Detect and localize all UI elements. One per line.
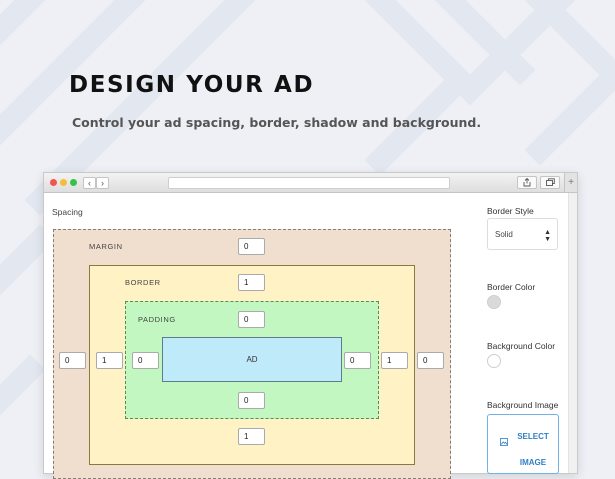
page-title: DESIGN YOUR AD: [69, 72, 315, 98]
border-style-label: Border Style: [487, 206, 534, 216]
border-style-value: Solid: [495, 230, 513, 239]
maximize-window-button[interactable]: [70, 179, 77, 186]
share-button[interactable]: [517, 176, 537, 189]
address-bar[interactable]: [168, 177, 450, 189]
padding-bottom-input[interactable]: 0: [238, 392, 265, 409]
tabs-button[interactable]: [540, 176, 560, 189]
border-top-input[interactable]: 1: [238, 274, 265, 291]
border-color-label: Border Color: [487, 282, 536, 292]
margin-top-input[interactable]: 0: [238, 238, 265, 255]
margin-right-input[interactable]: 0: [417, 352, 444, 369]
background-color-swatch[interactable]: [487, 354, 501, 368]
border-left-input[interactable]: 1: [96, 352, 123, 369]
border-label: BORDER: [125, 278, 161, 287]
tabs-icon: [545, 178, 555, 186]
back-button[interactable]: ‹: [83, 177, 96, 189]
select-arrows-icon: ▲ ▼: [544, 229, 551, 243]
border-right-input[interactable]: 1: [381, 352, 408, 369]
margin-label: MARGIN: [89, 242, 123, 251]
new-tab-button[interactable]: +: [564, 173, 577, 192]
minimize-window-button[interactable]: [60, 179, 67, 186]
page-subtitle: Control your ad spacing, border, shadow …: [72, 115, 482, 130]
image-icon: [500, 438, 508, 446]
padding-right-input[interactable]: 0: [344, 352, 371, 369]
background-color-label: Background Color: [487, 341, 556, 351]
close-window-button[interactable]: [50, 179, 57, 186]
browser-window: ‹ › + Spacing MARGIN BORDER PADDING AD 0…: [43, 172, 578, 479]
scrollbar[interactable]: [568, 193, 577, 473]
spacing-label: Spacing: [52, 207, 83, 217]
forward-button[interactable]: ›: [96, 177, 109, 189]
share-icon: [523, 178, 531, 187]
border-bottom-input[interactable]: 1: [238, 428, 265, 445]
select-image-button[interactable]: SELECT IMAGE: [487, 414, 559, 474]
padding-label: PADDING: [138, 315, 176, 324]
browser-titlebar: ‹ › +: [44, 173, 577, 193]
padding-left-input[interactable]: 0: [132, 352, 159, 369]
padding-top-input[interactable]: 0: [238, 311, 265, 328]
margin-left-input[interactable]: 0: [59, 352, 86, 369]
ad-label: AD: [246, 355, 258, 364]
border-style-select[interactable]: Solid ▲ ▼: [487, 218, 558, 250]
border-color-swatch[interactable]: [487, 295, 501, 309]
select-image-label: SELECT IMAGE: [517, 432, 549, 467]
background-image-label: Background Image: [487, 400, 559, 410]
ad-preview: AD: [162, 337, 342, 382]
